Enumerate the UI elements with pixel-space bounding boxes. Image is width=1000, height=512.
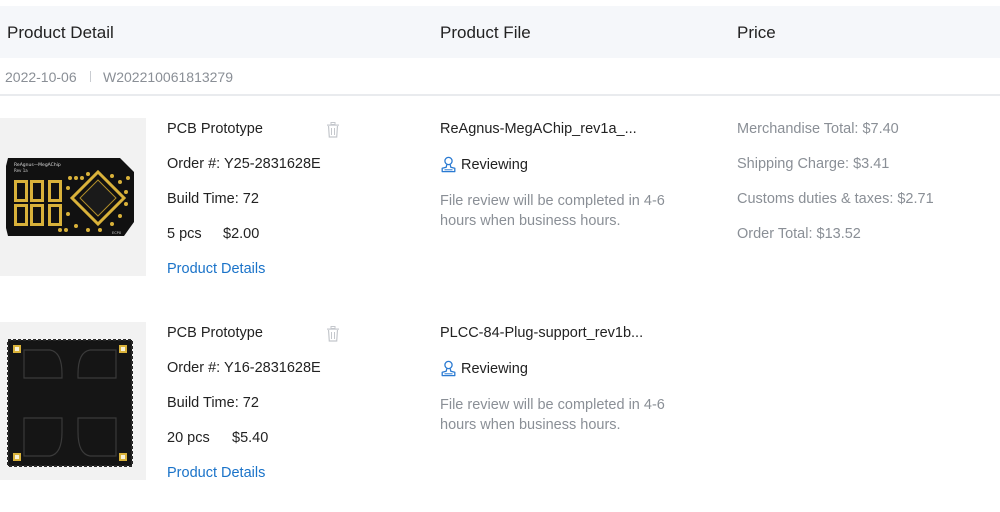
build-time: Build Time: 72 bbox=[167, 191, 259, 207]
shipping-charge: Shipping Charge: $3.41 bbox=[737, 156, 890, 172]
order-number-label: Order #: Y25-2831628E bbox=[167, 156, 321, 172]
file-name[interactable]: ReAgnus-MegAChip_rev1a_... bbox=[440, 121, 637, 137]
reviewer-icon bbox=[441, 360, 456, 377]
trash-icon[interactable] bbox=[326, 122, 340, 138]
trash-icon[interactable] bbox=[326, 326, 340, 342]
column-header-price: Price bbox=[737, 23, 776, 42]
status-label: Reviewing bbox=[461, 361, 528, 377]
file-name[interactable]: PLCC-84-Plug-support_rev1b... bbox=[440, 325, 643, 341]
product-title: PCB Prototype bbox=[167, 325, 263, 341]
divider bbox=[90, 71, 91, 82]
merchandise-total: Merchandise Total: $7.40 bbox=[737, 121, 899, 137]
item-price: $5.40 bbox=[232, 430, 269, 446]
table-header: Product Detail Product File Price bbox=[0, 6, 1000, 58]
pcb-board-image[interactable] bbox=[0, 322, 146, 480]
status-label: Reviewing bbox=[461, 157, 528, 173]
product-details-link[interactable]: Product Details bbox=[167, 465, 265, 481]
review-note: File review will be completed in 4-6 hou… bbox=[440, 397, 665, 433]
product-title: PCB Prototype bbox=[167, 121, 263, 137]
order-item: PCB Prototype Order #: Y16-2831628E Buil… bbox=[0, 322, 1000, 492]
product-details-link[interactable]: Product Details bbox=[167, 261, 265, 277]
item-price: $2.00 bbox=[223, 226, 260, 242]
order-meta-row: 2022-10-06 W202210061813279 bbox=[0, 58, 1000, 96]
svg-text:Rev 1a: Rev 1a bbox=[14, 168, 28, 173]
quantity: 5 pcs bbox=[167, 226, 202, 242]
order-date: 2022-10-06 bbox=[5, 69, 77, 85]
column-header-product-file: Product File bbox=[440, 23, 531, 42]
build-time: Build Time: 72 bbox=[167, 395, 259, 411]
quantity: 20 pcs bbox=[167, 430, 210, 446]
review-note: File review will be completed in 4-6 hou… bbox=[440, 193, 665, 229]
order-number: W202210061813279 bbox=[103, 69, 234, 85]
order-total: Order Total: $13.52 bbox=[737, 226, 861, 242]
svg-text:ECPX: ECPX bbox=[112, 231, 122, 235]
reviewer-icon bbox=[441, 156, 456, 173]
order-number-label: Order #: Y16-2831628E bbox=[167, 360, 321, 376]
pcb-board-image[interactable]: ReAgnus—MegAChip Rev 1a ECPX bbox=[0, 118, 146, 276]
column-header-product-detail: Product Detail bbox=[7, 23, 114, 42]
order-item: ReAgnus—MegAChip Rev 1a ECPX PCB Prototy… bbox=[0, 118, 1000, 288]
customs-duties: Customs duties & taxes: $2.71 bbox=[737, 191, 934, 207]
